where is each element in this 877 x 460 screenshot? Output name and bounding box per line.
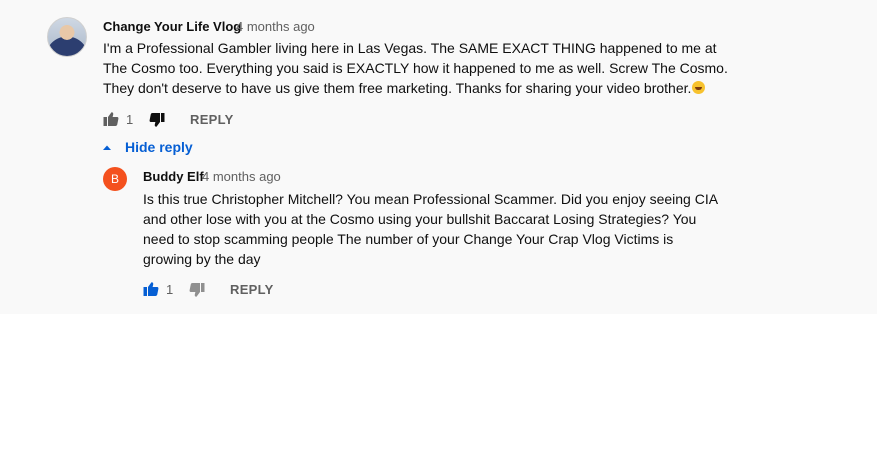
reply-text-line: Is this true Christopher Mitchell? You m… [143,191,719,207]
like-icon-active[interactable] [143,281,159,297]
hide-replies-button[interactable]: Hide reply [102,137,193,157]
reply-to-reply-button[interactable]: REPLY [230,282,274,297]
commenter-avatar[interactable] [47,17,87,57]
reply-button[interactable]: REPLY [190,112,234,127]
smiling-face-emoji-icon [692,81,706,94]
comment-text: I'm a Professional Gambler living here i… [103,38,728,98]
reply-author[interactable]: Buddy Elf [143,169,204,184]
reply-timestamp[interactable]: 4 months ago [202,169,281,184]
hide-replies-label: Hide reply [125,139,193,155]
reply-text-line: growing by the day [143,251,261,267]
comment-text-line: I'm a Professional Gambler living here i… [103,40,717,56]
reply-text: Is this true Christopher Mitchell? You m… [143,189,718,269]
dislike-icon[interactable] [189,282,205,298]
reply-text-line: and other lose with you at the Cosmo usi… [143,211,697,227]
like-count: 1 [126,112,134,127]
reply-like-count: 1 [166,282,174,297]
comment-text-line: The Cosmo too. Everything you said is EX… [103,60,728,76]
reply-avatar[interactable]: B [103,167,127,191]
reply-text-line: need to stop scamming people The number … [143,231,674,247]
comment-text-line: They don't deserve to have us give them … [103,78,728,98]
comment-timestamp[interactable]: 4 months ago [236,19,315,34]
chevron-up-icon [103,145,111,150]
comment-author[interactable]: Change Your Life Vlog [103,19,241,34]
comments-panel: Change Your Life Vlog 4 months ago I'm a… [0,0,877,314]
comment-text-line-content: They don't deserve to have us give them … [103,80,692,96]
dislike-icon[interactable] [149,112,165,128]
like-icon[interactable] [103,111,119,127]
